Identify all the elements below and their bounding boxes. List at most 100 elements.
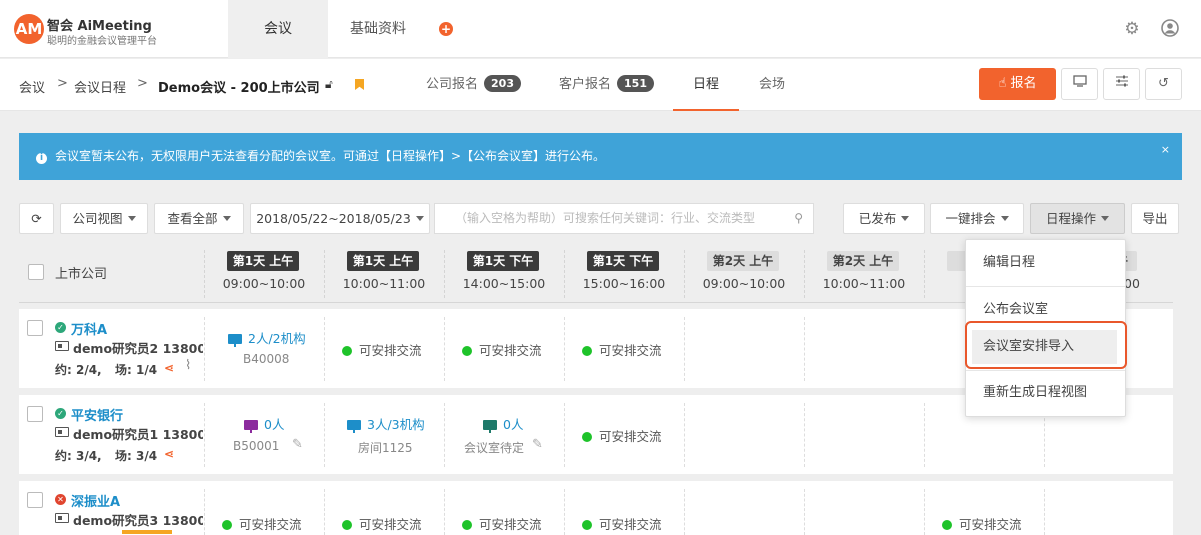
slot-time: 09:00~10:00	[222, 276, 306, 291]
gear-icon[interactable]: ⚙	[1122, 19, 1142, 39]
tab-client-signup[interactable]: 客户报名 151	[559, 59, 654, 111]
top-navbar: AM 智会 AiMeeting 聪明的金融会议管理平台 会议 基础资料 + ⚙	[0, 0, 1201, 58]
bookmark-icon[interactable]	[355, 79, 364, 90]
available-slot[interactable]: 可安排交流	[462, 340, 542, 359]
column-divider	[204, 489, 205, 535]
view-all-dropdown[interactable]: 查看全部	[154, 203, 244, 234]
room-label: B50001	[233, 439, 280, 453]
add-nav-icon[interactable]: +	[439, 22, 453, 36]
id-card-icon	[55, 427, 69, 437]
nav-tab-basic-data[interactable]: 基础资料	[328, 0, 428, 58]
tab-venue[interactable]: 会场	[759, 59, 785, 111]
monitor-icon[interactable]	[1061, 68, 1098, 100]
breadcrumb-schedule[interactable]: 会议日程	[74, 77, 126, 96]
brand-logo[interactable]: AM	[14, 14, 44, 44]
share-icon[interactable]: ⋖	[164, 361, 174, 375]
nav-tab-meetings[interactable]: 会议	[228, 0, 328, 58]
slot-time: 09:00~10:00	[702, 276, 786, 291]
feather-edit-icon[interactable]: ✎	[532, 437, 543, 452]
contact-info: demo研究员2 13800000	[73, 341, 203, 356]
feather-edit-icon[interactable]: ✎	[292, 437, 303, 452]
signup-button[interactable]: ☝︎ 报名	[979, 68, 1056, 100]
table-row: ✕ 深振业A demo研究员3 13800000 可安排交流 可安排交流 可安排…	[19, 481, 1173, 535]
menu-divider	[966, 286, 1125, 287]
share-icon[interactable]: ⋖	[164, 447, 174, 461]
column-divider	[684, 489, 685, 535]
slot-day-tag: 第2天 上午	[707, 251, 779, 271]
close-icon[interactable]: ×	[1161, 133, 1170, 167]
id-card-icon	[55, 513, 69, 523]
booked-slot[interactable]: 2人/2机构	[228, 328, 306, 347]
available-slot[interactable]: 可安排交流	[582, 340, 662, 359]
available-slot[interactable]: 可安排交流	[342, 340, 422, 359]
column-divider	[1044, 489, 1045, 535]
room-label: 会议室待定	[464, 441, 525, 455]
available-slot[interactable]: 可安排交流	[582, 426, 662, 445]
export-button[interactable]: 导出	[1131, 203, 1179, 234]
column-divider	[204, 250, 205, 298]
presentation-screen-icon	[228, 334, 242, 347]
caret-down-icon	[222, 216, 231, 221]
schedule-ops-dropdown[interactable]: 日程操作	[1030, 203, 1125, 234]
booked-slot[interactable]: 3人/3机构	[347, 414, 425, 433]
menu-item-regenerate-view[interactable]: 重新生成日程视图	[966, 376, 1125, 410]
date-range-dropdown[interactable]: 2018/05/22~2018/05/23	[250, 203, 430, 234]
menu-item-edit-schedule[interactable]: 编辑日程	[966, 246, 1125, 280]
user-avatar-icon[interactable]	[1160, 19, 1180, 39]
column-divider	[564, 403, 565, 467]
session-stat: 场: 1/4	[115, 363, 158, 377]
row-checkbox[interactable]	[27, 406, 43, 422]
column-divider	[804, 489, 805, 535]
company-name-link[interactable]: 深振业A	[71, 491, 120, 510]
booked-slot[interactable]: 0人	[483, 414, 523, 433]
history-icon[interactable]: ↺	[1145, 68, 1182, 100]
company-name-link[interactable]: 万科A	[71, 319, 107, 338]
booked-slot[interactable]: 0人	[244, 414, 284, 433]
company-column-header: 上市公司	[55, 267, 108, 282]
column-divider	[684, 403, 685, 467]
booked-count: 3人/3机构	[367, 417, 425, 432]
tab-company-signup[interactable]: 公司报名 203	[426, 59, 521, 111]
booked-count: 0人	[264, 417, 285, 432]
info-banner: i 会议室暂未公布，无权限用户无法查看分配的会议室。可通过【日程操作】>【公布会议…	[19, 133, 1182, 180]
appointment-stat: 约: 3/4,	[55, 449, 102, 463]
available-slot[interactable]: 可安排交流	[582, 514, 662, 533]
company-view-dropdown[interactable]: 公司视图	[60, 203, 148, 234]
presentation-screen-icon	[483, 420, 497, 433]
search-placeholder: （输入空格为帮助）可搜索任何关键词：行业、交流类型	[455, 211, 756, 225]
available-slot[interactable]: 可安排交流	[222, 514, 302, 533]
row-checkbox[interactable]	[27, 492, 43, 508]
slot-time: 14:00~15:00	[462, 276, 546, 291]
column-divider	[324, 317, 325, 381]
dropdown-label: 日程操作	[1045, 211, 1096, 226]
column-divider	[564, 317, 565, 381]
paperclip-icon[interactable]: ⌇	[185, 358, 191, 373]
slot-time: 15:00~16:00	[582, 276, 666, 291]
company-name-link[interactable]: 平安银行	[71, 405, 123, 424]
available-slot[interactable]: 可安排交流	[342, 514, 422, 533]
breadcrumb-meetings[interactable]: 会议	[19, 77, 45, 96]
column-divider	[204, 317, 205, 381]
unlock-icon[interactable]: 🔓︎	[325, 77, 333, 92]
select-all-checkbox[interactable]	[28, 264, 44, 280]
session-stat: 场: 3/4	[115, 449, 158, 463]
available-slot[interactable]: 可安排交流	[462, 514, 542, 533]
column-divider	[444, 403, 445, 467]
column-divider	[324, 489, 325, 535]
published-dropdown[interactable]: 已发布	[843, 203, 925, 234]
column-divider	[804, 317, 805, 381]
refresh-icon: ⟳	[31, 211, 42, 226]
caret-down-icon	[901, 216, 910, 221]
row-checkbox[interactable]	[27, 320, 43, 336]
status-tag	[122, 530, 172, 534]
auto-arrange-dropdown[interactable]: 一键排会	[930, 203, 1024, 234]
filter-sliders-icon[interactable]	[1103, 68, 1140, 100]
presentation-screen-icon	[244, 420, 258, 433]
search-input[interactable]: （输入空格为帮助）可搜索任何关键词：行业、交流类型 ⚲	[434, 203, 814, 234]
search-icon[interactable]: ⚲	[794, 204, 803, 233]
tab-schedule[interactable]: 日程	[673, 59, 739, 111]
refresh-button[interactable]: ⟳	[19, 203, 54, 234]
id-card-icon	[55, 341, 69, 351]
dropdown-label: 一键排会	[945, 211, 996, 226]
available-slot[interactable]: 可安排交流	[942, 514, 1022, 533]
